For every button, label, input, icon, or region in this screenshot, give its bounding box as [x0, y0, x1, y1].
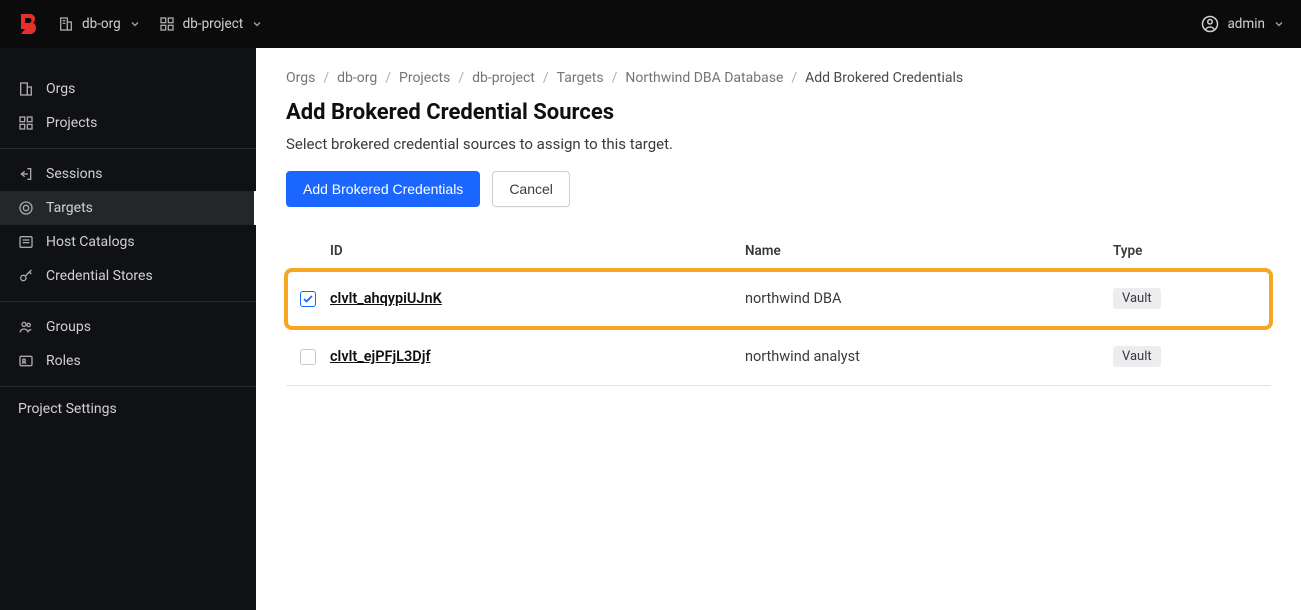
credential-name: northwind DBA: [745, 290, 1113, 307]
topbar: db-org db-project admin: [0, 0, 1301, 48]
org-scope-selector[interactable]: db-org: [58, 16, 141, 32]
sidebar-item-label: Targets: [46, 200, 93, 216]
sidebar-group-scope: Orgs Projects: [0, 48, 256, 149]
breadcrumb-item[interactable]: Projects: [399, 70, 450, 86]
sidebar-item-label: Credential Stores: [46, 268, 153, 284]
add-brokered-credentials-button[interactable]: Add Brokered Credentials: [286, 171, 480, 207]
breadcrumb-separator: /: [458, 70, 464, 86]
table-header: ID Name Type: [286, 233, 1271, 270]
type-badge: Vault: [1113, 346, 1161, 367]
action-bar: Add Brokered Credentials Cancel: [286, 171, 1271, 207]
sidebar-item-sessions[interactable]: Sessions: [0, 157, 256, 191]
breadcrumb-item[interactable]: Northwind DBA Database: [625, 70, 783, 86]
sidebar-item-credential-stores[interactable]: Credential Stores: [0, 259, 256, 293]
sidebar: Orgs Projects Sessions Targets Host Cata…: [0, 48, 256, 610]
cancel-button[interactable]: Cancel: [492, 171, 570, 207]
breadcrumb-item[interactable]: db-org: [337, 70, 377, 86]
grid-icon: [159, 16, 175, 32]
chevron-down-icon: [129, 18, 141, 30]
row-checkbox[interactable]: [300, 291, 316, 307]
building-icon: [58, 16, 74, 32]
table-row: clvlt_ahqypiUJnK northwind DBAVault: [286, 270, 1271, 328]
credentials-table: ID Name Type clvlt_ahqypiUJnK northwind D…: [286, 233, 1271, 386]
user-label: admin: [1227, 16, 1265, 32]
col-header-type: Type: [1113, 243, 1257, 259]
project-scope-selector[interactable]: db-project: [159, 16, 264, 32]
sidebar-item-groups[interactable]: Groups: [0, 310, 256, 344]
credential-id-link[interactable]: clvlt_ejPFjL3Djf: [330, 348, 431, 365]
credential-id-link[interactable]: clvlt_ahqypiUJnK: [330, 290, 442, 307]
key-icon: [18, 268, 34, 284]
users-icon: [18, 319, 34, 335]
sidebar-item-label: Sessions: [46, 166, 103, 182]
topbar-left: db-org db-project: [16, 12, 263, 36]
sidebar-group-iam: Groups Roles: [0, 302, 256, 387]
sidebar-group-resources: Sessions Targets Host Catalogs Credentia…: [0, 149, 256, 302]
breadcrumb-separator: /: [385, 70, 391, 86]
chevron-down-icon: [1273, 18, 1285, 30]
sidebar-item-host-catalogs[interactable]: Host Catalogs: [0, 225, 256, 259]
sidebar-item-roles[interactable]: Roles: [0, 344, 256, 378]
sidebar-settings-label: Project Settings: [18, 401, 117, 417]
list-icon: [18, 234, 34, 250]
breadcrumb-item[interactable]: Targets: [557, 70, 604, 86]
sidebar-item-targets[interactable]: Targets: [0, 191, 256, 225]
breadcrumb-item[interactable]: Orgs: [286, 70, 315, 86]
row-checkbox[interactable]: [300, 349, 316, 365]
credential-name: northwind analyst: [745, 348, 1113, 365]
building-icon: [18, 81, 34, 97]
type-badge: Vault: [1113, 288, 1161, 309]
col-header-name: Name: [745, 243, 1113, 259]
credential-type-cell: Vault: [1113, 346, 1257, 367]
sidebar-item-label: Host Catalogs: [46, 234, 135, 250]
breadcrumb-item[interactable]: db-project: [472, 70, 535, 86]
sidebar-item-label: Roles: [46, 353, 81, 369]
sidebar-item-label: Projects: [46, 115, 97, 131]
project-scope-label: db-project: [183, 16, 244, 32]
main-content: Orgs / db-org / Projects / db-project / Targets /…: [256, 48, 1301, 610]
user-menu[interactable]: admin: [1201, 15, 1285, 33]
sidebar-item-orgs[interactable]: Orgs: [0, 72, 256, 106]
app-logo[interactable]: [16, 12, 40, 36]
col-header-id: ID: [300, 243, 745, 259]
user-circle-icon: [1201, 15, 1219, 33]
breadcrumb-separator: /: [612, 70, 618, 86]
page-subtitle: Select brokered credential sources to as…: [286, 135, 1271, 153]
breadcrumb: Orgs / db-org / Projects / db-project / Targets /…: [286, 70, 1271, 86]
credential-type-cell: Vault: [1113, 288, 1257, 309]
org-scope-label: db-org: [82, 16, 121, 32]
sidebar-item-projects[interactable]: Projects: [0, 106, 256, 140]
chevron-down-icon: [251, 18, 263, 30]
grid-icon: [18, 115, 34, 131]
breadcrumb-separator: /: [543, 70, 549, 86]
id-icon: [18, 353, 34, 369]
page-title: Add Brokered Credential Sources: [286, 100, 1271, 125]
sidebar-item-label: Groups: [46, 319, 91, 335]
sidebar-project-settings[interactable]: Project Settings: [0, 387, 256, 431]
breadcrumb-separator: /: [323, 70, 329, 86]
sidebar-item-label: Orgs: [46, 81, 75, 97]
breadcrumb-item: Add Brokered Credentials: [805, 70, 963, 86]
breadcrumb-separator: /: [791, 70, 797, 86]
target-icon: [18, 200, 34, 216]
table-row: clvlt_ejPFjL3Djf northwind analystVault: [286, 328, 1271, 386]
exit-icon: [18, 166, 34, 182]
